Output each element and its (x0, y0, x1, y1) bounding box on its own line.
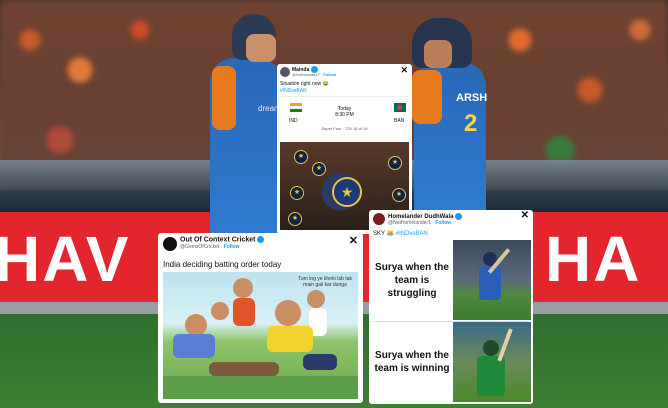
x-logo-icon[interactable]: ✕ (400, 65, 408, 76)
team-right-name: BAN (394, 118, 405, 124)
cartoon-head (233, 278, 253, 298)
tweet-card-top[interactable]: Mainda @NotMainda47 · Follow ✕ Situation… (277, 64, 412, 234)
board-text-right: HA (545, 223, 642, 295)
follow-button[interactable]: Follow (323, 72, 336, 77)
cat-emoji: 😹 (386, 231, 395, 237)
tweet-author-handle: @NotHomelander1 · Follow (388, 220, 452, 226)
x-logo-icon[interactable]: ✕ (349, 234, 358, 247)
speech-bubble-text: Tum log ye khelo lab tak main gali kar d… (297, 276, 352, 288)
cartoon-bat (209, 362, 279, 376)
match-card: IND BAN Today 8:30 PM Super Four · T20 1… (280, 96, 409, 141)
cartoon-body (233, 298, 255, 326)
team-left-name: IND (289, 118, 298, 124)
match-time: 8:30 PM (335, 112, 354, 118)
cartoon-body (173, 334, 215, 358)
badge-icon: ★ (312, 162, 326, 176)
player-right-sleeve (412, 70, 442, 124)
badge-icon: ★ (388, 156, 402, 170)
meme-photo-celebrating[interactable] (453, 322, 531, 402)
player-right-jersey-number: 2 (464, 110, 478, 137)
cartoon-body (267, 326, 313, 352)
player-right-face (424, 40, 452, 68)
meme-row-winning: Surya when the team is winning (373, 322, 531, 402)
x-logo-icon[interactable]: ✕ (521, 210, 529, 221)
tweet-text: Situation right now 😂 #INDvsBAN (280, 81, 329, 95)
tweet-text: India deciding batting order today (163, 260, 282, 269)
match-stage: Super Four · T20 16 of 19 (321, 126, 368, 131)
laugh-emoji: 😂 (322, 81, 329, 87)
tweet-author-handle: @NotMainda47 · Follow (292, 72, 337, 77)
cartoon-head (185, 314, 207, 336)
badge-icon: ★ (392, 188, 406, 202)
tweet-text: SKY 😹 #INDvsBAN (373, 230, 428, 237)
verified-badge-icon (455, 213, 463, 220)
badge-icon: ★ (288, 212, 302, 226)
follow-button[interactable]: Follow (224, 244, 240, 250)
cartoon-head (275, 300, 301, 326)
handle: @NotHomelander1 (388, 220, 431, 226)
bcci-badge-icon: ★ (332, 177, 362, 207)
cartoon-head (211, 302, 229, 320)
tweet-card-right[interactable]: Homelander DudhWala @NotHomelander1 · Fo… (369, 210, 533, 404)
player-right-jersey-name: ARSH (456, 92, 488, 104)
meme-photo-batting[interactable] (453, 240, 531, 320)
badge-icon: ★ (294, 150, 308, 164)
meme-row-struggling: Surya when the team is struggling (373, 240, 531, 320)
avatar[interactable] (280, 67, 290, 77)
meme-caption: Surya when the team is winning (374, 350, 450, 374)
cricket-bat (497, 328, 513, 362)
follow-button[interactable]: Follow (435, 220, 451, 226)
author-name: Out Of Context Cricket (180, 236, 256, 244)
cartoon-head (307, 290, 325, 308)
badge-icon: ★ (290, 186, 304, 200)
meme-image-cartoon[interactable]: Tum log ye khelo lab tak main gali kar d… (163, 272, 358, 399)
player-jersey (477, 356, 505, 396)
avatar[interactable] (163, 237, 177, 251)
tweet-body: Situation right now (280, 81, 322, 87)
handle: @GemsOfCricket (180, 244, 220, 250)
hashtag-link[interactable]: #INDvsBAN (280, 88, 307, 94)
player-left-sleeve (212, 66, 236, 130)
tweet-author-name[interactable]: Out Of Context Cricket (180, 236, 265, 244)
cartoon-ground (163, 376, 358, 399)
tweet-prefix: SKY (373, 231, 385, 237)
tweet-author-handle: @GemsOfCricket · Follow (180, 244, 240, 250)
meme-caption: Surya when the team is struggling (375, 261, 449, 299)
player-helmet (483, 340, 499, 356)
handle: @NotMainda47 (292, 72, 320, 77)
player-left-face (246, 34, 276, 62)
board-text-left: HAV (0, 223, 131, 295)
hashtag-link[interactable]: #INDvsBAN (396, 231, 428, 237)
avatar[interactable] (373, 213, 385, 225)
cartoon-legs (303, 354, 337, 370)
verified-badge-icon (257, 236, 265, 243)
tweet-card-left[interactable]: Out Of Context Cricket @GemsOfCricket · … (158, 233, 363, 403)
